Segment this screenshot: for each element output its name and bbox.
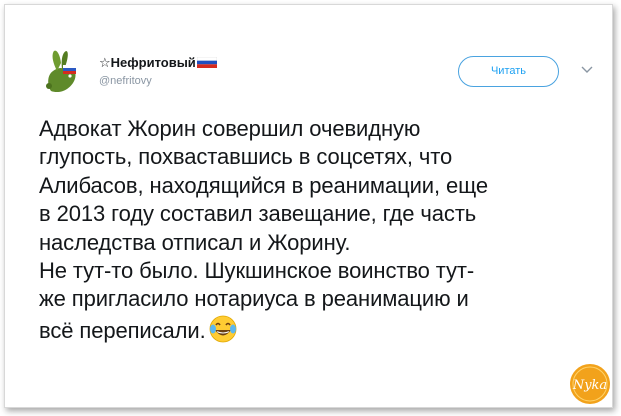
tweet-line: Алибасов, находящийся в реанимации, еще <box>39 172 489 198</box>
watermark-text: Nyka <box>572 378 607 393</box>
tweet-line: в 2013 году составил завещание, где част… <box>39 201 477 227</box>
tweet-card: ☆Нефритовый @nefritovy Читать Адвокат Жо… <box>4 4 613 408</box>
green-rabbit-avatar-icon[interactable] <box>37 45 87 95</box>
tweet-line: наследства отписал и Жорину. <box>39 229 351 255</box>
tweet-final-line: всё переписали. <box>39 314 599 345</box>
author-handle[interactable]: @nefritovy <box>99 75 152 87</box>
author-name-text: ☆Нефритовый <box>99 55 196 70</box>
tweet-line: Адвокат Жорин совершил очевидную <box>39 116 421 141</box>
follow-button[interactable]: Читать <box>458 56 559 87</box>
tweet-line: Не тут-то было. Шукшинское воинство тут- <box>39 258 475 284</box>
author-name[interactable]: ☆Нефритовый <box>99 55 217 71</box>
face-with-tears-of-joy-icon <box>209 315 236 343</box>
tweet-line: же пригласило нотариуса в реанимацию и <box>39 286 469 312</box>
tweet-last-line: же пригласило нотариуса в реанимацию и <box>39 285 599 313</box>
tweet-text: Адвокат Жорин совершил очевидную глупост… <box>39 115 599 345</box>
tweet-line: глупость, похвастав­шись в соцсетях, что <box>39 144 453 170</box>
screenshot-page: ☆Нефритовый @nefritovy Читать Адвокат Жо… <box>0 0 621 416</box>
nyka-logo-icon: Nyka <box>568 362 612 406</box>
tweet-line: всё переписали. <box>39 317 206 343</box>
chevron-down-icon[interactable] <box>581 65 593 75</box>
russian-flag-icon <box>196 57 217 68</box>
